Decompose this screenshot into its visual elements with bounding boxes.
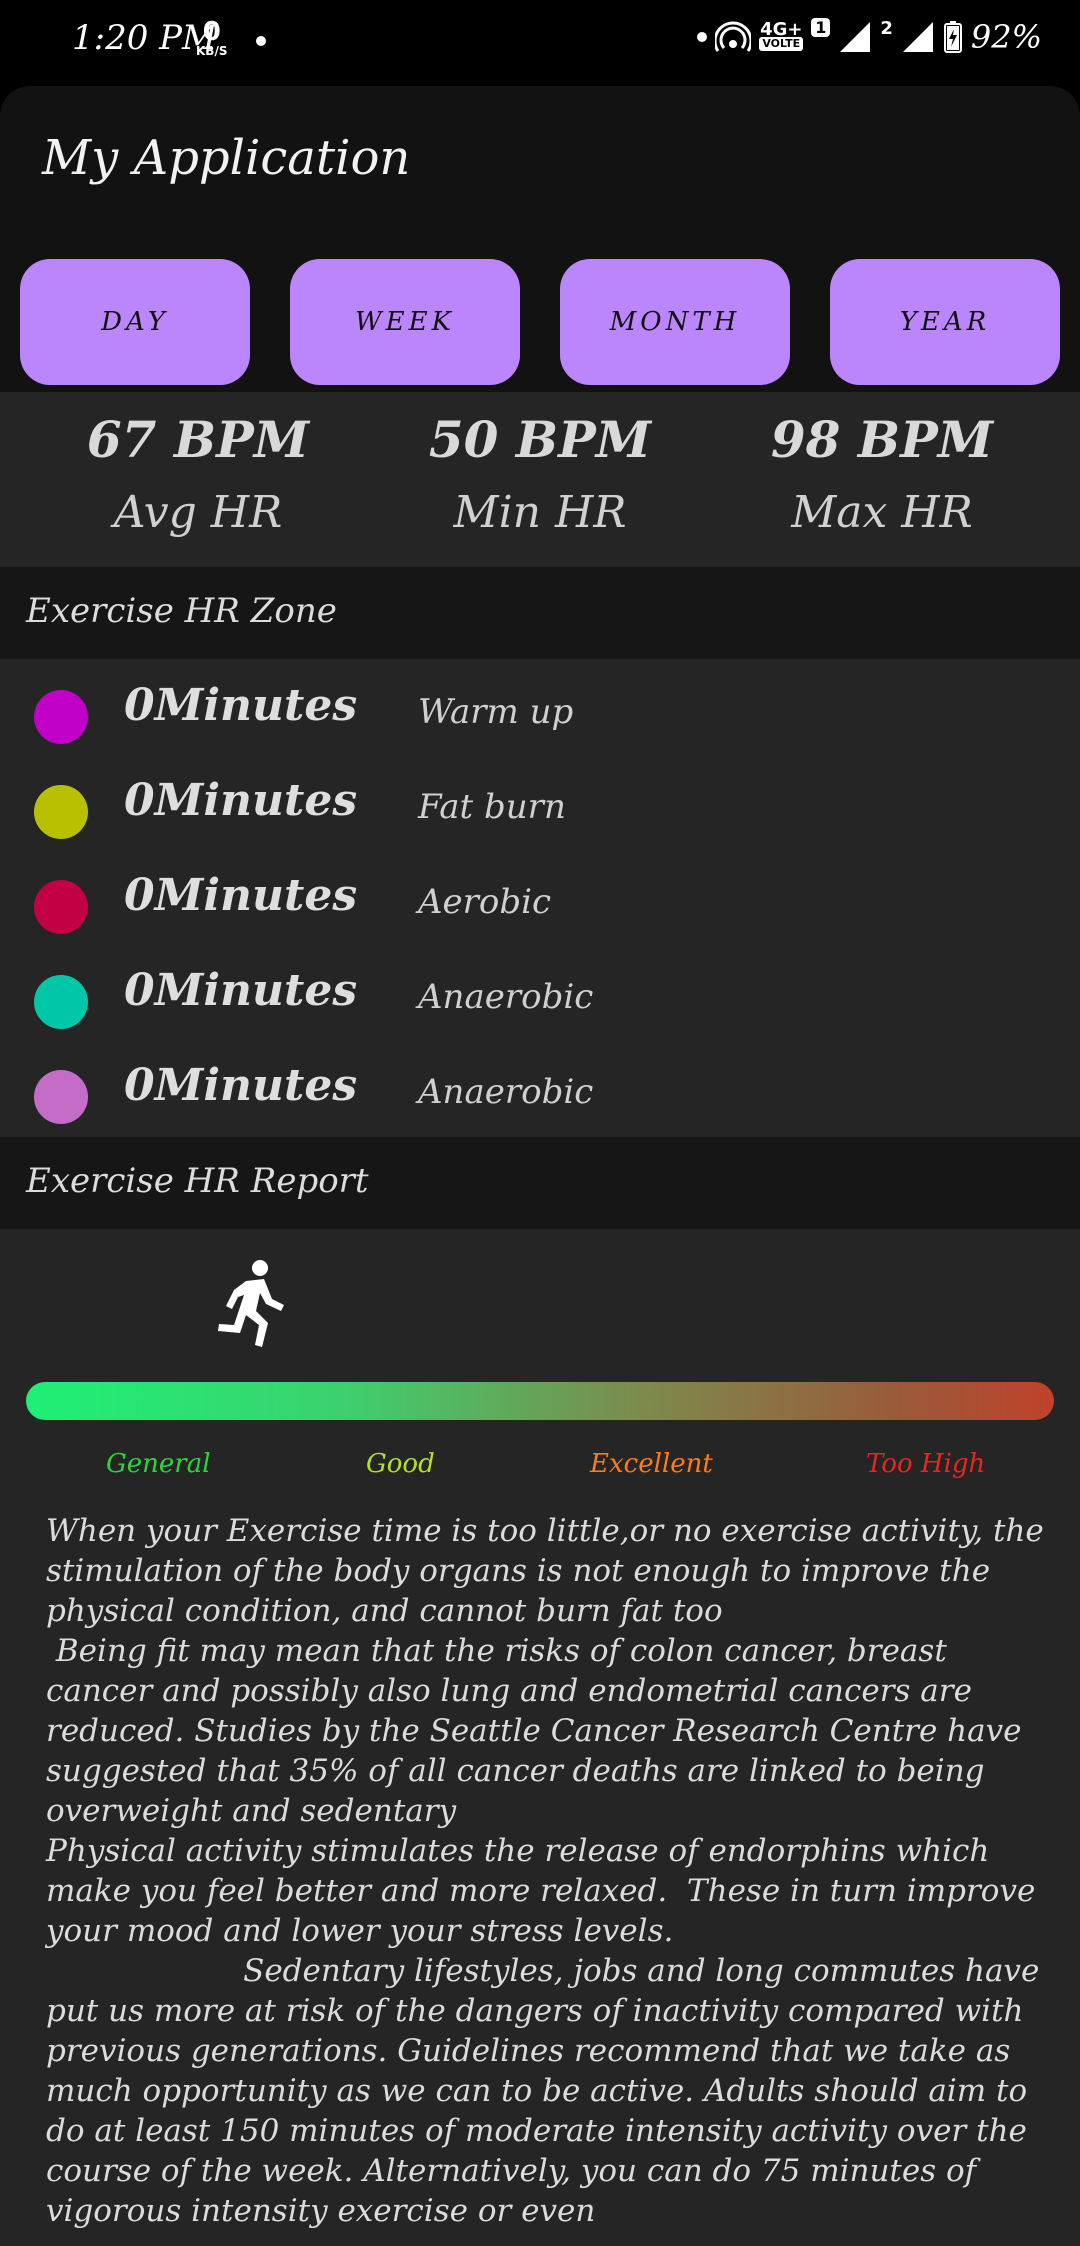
hr-stats: 67 BPM Avg HR 50 BPM Min HR 98 BPM Max H… <box>0 392 1080 567</box>
network-type: 4G+ VOLTE <box>759 19 804 51</box>
zone-name: Anaerobic <box>418 977 594 1017</box>
list-item: 0Minutes Fat burn <box>0 763 1080 858</box>
signal-icon <box>902 22 933 52</box>
stat-min-hr: 50 BPM Min HR <box>390 392 690 538</box>
stat-value: 67 BPM <box>86 410 310 469</box>
tab-day[interactable]: DAY <box>20 259 250 385</box>
tab-month[interactable]: MONTH <box>560 259 790 385</box>
section-title: Exercise HR Report <box>26 1161 369 1201</box>
list-item: 0Minutes Anaerobic <box>0 1048 1080 1143</box>
app-window: My Application DAY WEEK MONTH YEAR 67 BP… <box>0 86 1080 2246</box>
list-item: 0Minutes Anaerobic <box>0 953 1080 1048</box>
zone-minutes: 0Minutes <box>124 1060 358 1111</box>
network-speed-value: 0 <box>202 17 221 47</box>
period-tabs: DAY WEEK MONTH YEAR <box>0 259 1080 389</box>
label-excellent: Excellent <box>590 1449 713 1479</box>
zone-minutes: 0Minutes <box>124 775 358 826</box>
notification-dot-icon <box>697 32 708 42</box>
zone-color-dot <box>34 1070 88 1124</box>
section-title: Exercise HR Zone <box>26 591 337 631</box>
zone-color-dot <box>34 975 88 1029</box>
zone-name: Fat burn <box>418 787 566 827</box>
intensity-labels: General Good Excellent Too High <box>0 1449 1080 1489</box>
stat-label: Avg HR <box>113 487 283 538</box>
status-icons: 4G+ VOLTE 1 2 92% <box>697 18 1042 56</box>
stat-max-hr: 98 BPM Max HR <box>732 392 1032 538</box>
section-header-hr-zone: Exercise HR Zone <box>0 567 1080 659</box>
list-item: 0Minutes Warm up <box>0 668 1080 763</box>
zone-minutes: 0Minutes <box>124 870 358 921</box>
zone-name: Anaerobic <box>418 1072 594 1112</box>
stat-label: Min HR <box>453 487 627 538</box>
battery-charging-icon <box>943 21 962 53</box>
label-too-high: Too High <box>866 1449 986 1479</box>
notification-dot-icon <box>256 36 266 46</box>
network-type-label: 4G+ <box>760 19 803 40</box>
tab-week[interactable]: WEEK <box>290 259 520 385</box>
network-speed-unit: KB/S <box>196 44 228 58</box>
label-general: General <box>106 1449 211 1479</box>
sim2-label: 2 <box>880 18 893 39</box>
zone-name: Aerobic <box>418 882 552 922</box>
zone-name: Warm up <box>418 692 574 732</box>
stat-value: 98 BPM <box>770 410 994 469</box>
hr-zone-list: 0Minutes Warm up 0Minutes Fat burn 0Minu… <box>0 659 1080 1137</box>
section-header-hr-report: Exercise HR Report <box>0 1137 1080 1229</box>
network-speed: 0 KB/S <box>196 17 228 58</box>
running-person-icon <box>218 1260 284 1347</box>
zone-color-dot <box>34 690 88 744</box>
volte-badge: VOLTE <box>759 37 804 51</box>
zone-minutes: 0Minutes <box>124 965 358 1016</box>
zone-color-dot <box>34 785 88 839</box>
sim1-badge: 1 <box>811 18 831 37</box>
hr-intensity-gradient-bar <box>26 1382 1054 1420</box>
list-item: 0Minutes Aerobic <box>0 858 1080 953</box>
stat-label: Max HR <box>791 487 973 538</box>
label-good: Good <box>366 1449 435 1479</box>
tab-year[interactable]: YEAR <box>830 259 1060 385</box>
stat-avg-hr: 67 BPM Avg HR <box>48 392 348 538</box>
zone-minutes: 0Minutes <box>124 680 358 731</box>
hr-report: General Good Excellent Too High When you… <box>0 1229 1080 2246</box>
report-description: When your Exercise time is too little,or… <box>46 1513 1044 2229</box>
signal-icon <box>840 22 871 52</box>
zone-color-dot <box>34 880 88 934</box>
app-title: My Application <box>42 130 411 186</box>
stat-value: 50 BPM <box>428 410 652 469</box>
status-bar: 1:20 PM 0 KB/S 4G+ VOLTE 1 2 92% <box>0 0 1080 86</box>
battery-percent: 92% <box>970 18 1042 56</box>
hotspot-icon <box>715 21 752 52</box>
